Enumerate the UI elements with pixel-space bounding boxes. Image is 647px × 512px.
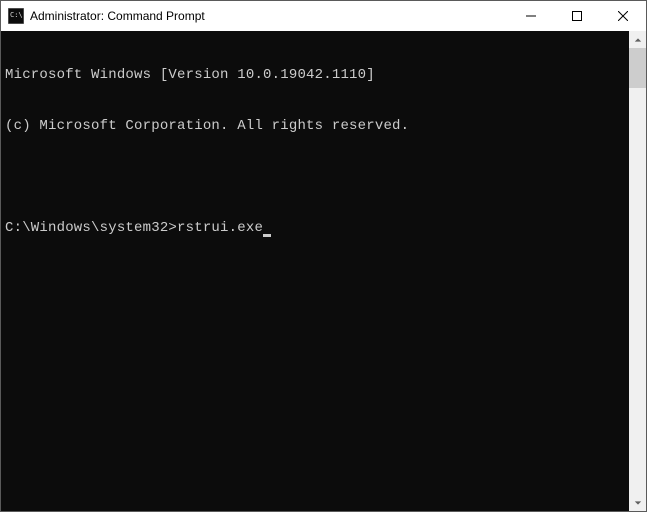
cursor-wrap: [263, 220, 271, 237]
command-prompt-window: C:\ Administrator: Command Prompt: [0, 0, 647, 512]
close-button[interactable]: [600, 1, 646, 31]
minimize-icon: [526, 11, 536, 21]
terminal-line: (c) Microsoft Corporation. All rights re…: [5, 118, 627, 135]
terminal-prompt-line: C:\Windows\system32>rstrui.exe: [5, 220, 627, 237]
terminal-cursor: [263, 234, 271, 237]
svg-text:C:\: C:\: [10, 11, 23, 19]
cmd-icon: C:\: [8, 8, 24, 24]
close-icon: [618, 11, 628, 21]
terminal-prompt: C:\Windows\system32>: [5, 220, 177, 237]
terminal-output[interactable]: Microsoft Windows [Version 10.0.19042.11…: [1, 31, 629, 511]
scroll-up-button[interactable]: [629, 31, 646, 48]
scroll-thumb[interactable]: [629, 48, 646, 88]
vertical-scrollbar[interactable]: [629, 31, 646, 511]
terminal-command: rstrui.exe: [177, 220, 263, 237]
window-controls: [508, 1, 646, 31]
titlebar[interactable]: C:\ Administrator: Command Prompt: [1, 1, 646, 31]
minimize-button[interactable]: [508, 1, 554, 31]
window-title: Administrator: Command Prompt: [30, 9, 508, 23]
scroll-track[interactable]: [629, 48, 646, 494]
chevron-down-icon: [634, 499, 642, 507]
maximize-button[interactable]: [554, 1, 600, 31]
chevron-up-icon: [634, 36, 642, 44]
content-area: Microsoft Windows [Version 10.0.19042.11…: [1, 31, 646, 511]
maximize-icon: [572, 11, 582, 21]
terminal-blank-line: [5, 169, 627, 186]
scroll-down-button[interactable]: [629, 494, 646, 511]
terminal-line: Microsoft Windows [Version 10.0.19042.11…: [5, 67, 627, 84]
